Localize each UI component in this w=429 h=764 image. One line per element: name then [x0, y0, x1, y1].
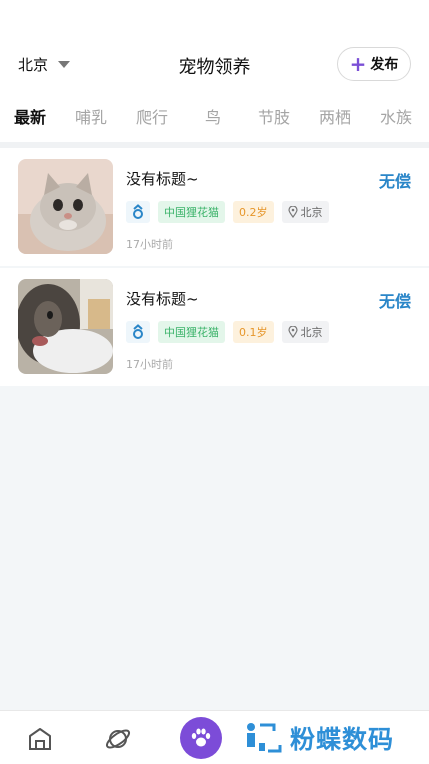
planet-icon[interactable] — [104, 725, 132, 753]
listing-card[interactable]: 没有标题~ 无偿 中国狸花猫 0.1岁 北京 17小时前 — [0, 268, 429, 386]
home-icon[interactable] — [26, 725, 54, 753]
tag-row: 中国狸花猫 0.2岁 北京 — [126, 201, 329, 223]
tab-bird[interactable]: 鸟 — [183, 104, 243, 128]
listing-card[interactable]: 没有标题~ 无偿 中国狸花猫 0.2岁 北京 17小时前 — [0, 148, 429, 266]
listing-title: 没有标题~ — [126, 290, 199, 308]
location-pin-icon — [287, 326, 298, 338]
tab-mammal[interactable]: 哺乳 — [61, 104, 121, 128]
location-text: 北京 — [300, 206, 323, 219]
top-bar: 北京 宠物领养 + 发布 最新 哺乳 爬行 鸟 节肢 两栖 水族 — [0, 0, 429, 142]
tab-arthropod[interactable]: 节肢 — [244, 104, 304, 128]
bottom-nav: 粉蝶数码 — [0, 710, 429, 764]
post-time: 17小时前 — [126, 238, 173, 251]
age-tag: 0.2岁 — [233, 201, 274, 223]
pet-photo — [18, 279, 113, 374]
tab-reptile[interactable]: 爬行 — [122, 104, 182, 128]
watermark-logo: 粉蝶数码 — [244, 720, 394, 756]
listing-title: 没有标题~ — [126, 170, 199, 188]
publish-button[interactable]: + 发布 — [337, 47, 411, 81]
pet-photo — [18, 159, 113, 254]
location-text: 北京 — [300, 326, 323, 339]
location-tag: 北京 — [281, 321, 329, 343]
post-time: 17小时前 — [126, 358, 173, 371]
paw-icon[interactable] — [180, 717, 222, 759]
price-label: 无偿 — [378, 172, 411, 191]
tab-latest[interactable]: 最新 — [0, 104, 60, 128]
male-symbol-icon — [126, 321, 150, 343]
tab-aquatic[interactable]: 水族 — [366, 104, 426, 128]
tab-amphibian[interactable]: 两栖 — [305, 104, 365, 128]
breed-tag: 中国狸花猫 — [158, 201, 225, 223]
price-label: 无偿 — [378, 292, 411, 311]
brand-logo-icon — [247, 723, 282, 753]
age-tag: 0.1岁 — [233, 321, 274, 343]
category-tabs: 最新 哺乳 爬行 鸟 节肢 两栖 水族 — [0, 104, 429, 132]
header: 北京 宠物领养 + 发布 — [0, 44, 429, 86]
publish-label: 发布 — [370, 57, 399, 73]
location-pin-icon — [287, 206, 298, 218]
breed-tag: 中国狸花猫 — [158, 321, 225, 343]
location-tag: 北京 — [281, 201, 329, 223]
brand-name: 粉蝶数码 — [290, 725, 395, 754]
tag-row: 中国狸花猫 0.1岁 北京 — [126, 321, 329, 343]
male-symbol-icon — [126, 201, 150, 223]
plus-icon: + — [349, 52, 367, 76]
